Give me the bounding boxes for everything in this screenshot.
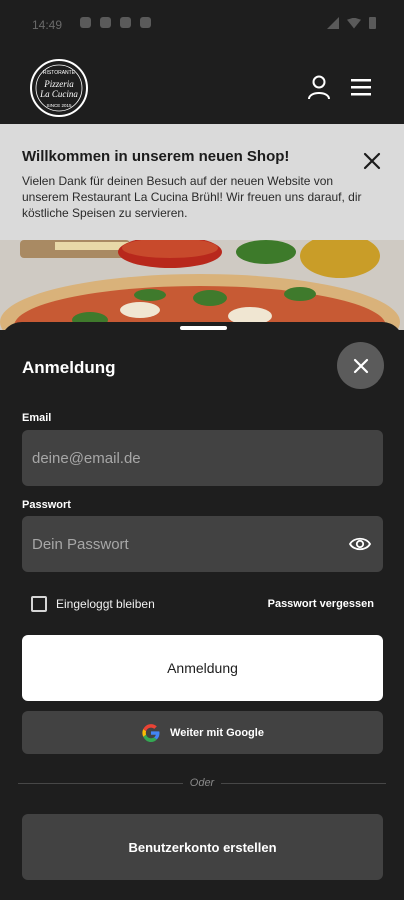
banner-title: Willkommen in unserem neuen Shop!: [22, 148, 290, 165]
status-bar: 14:49: [0, 0, 404, 52]
email-field-container: [22, 430, 383, 486]
notification-icon: [120, 17, 131, 28]
status-time: 14:49: [32, 18, 63, 32]
password-field[interactable]: [22, 516, 383, 572]
banner-text: Vielen Dank für deinen Besuch auf der ne…: [22, 174, 362, 220]
remember-me-checkbox[interactable]: Eingeloggt bleiben: [31, 596, 155, 612]
eye-icon[interactable]: [349, 534, 371, 554]
hamburger-menu-icon[interactable]: [349, 75, 373, 99]
forgot-password-link[interactable]: Passwort vergessen: [268, 598, 374, 610]
logo-text-top: RISTORANTE: [43, 70, 76, 76]
remember-me-label: Eingeloggt bleiben: [56, 597, 155, 611]
password-field-container: [22, 516, 383, 572]
email-label: Email: [22, 412, 52, 424]
pizza-image: [0, 240, 404, 330]
logo-script-1: Pizzeria: [43, 79, 74, 89]
close-icon: [353, 358, 368, 373]
logo-script-2: La Cucina: [39, 89, 78, 99]
user-icon[interactable]: [306, 74, 332, 100]
password-label: Passwort: [22, 499, 71, 511]
google-login-button[interactable]: Weiter mit Google: [22, 711, 383, 754]
divider-label: Oder: [183, 777, 221, 789]
close-button[interactable]: [337, 342, 384, 389]
email-field[interactable]: [22, 430, 383, 486]
system-icons: [327, 17, 376, 29]
wifi-icon: [347, 17, 361, 29]
notification-icon: [140, 17, 151, 28]
welcome-banner: Willkommen in unserem neuen Shop! Vielen…: [0, 124, 404, 240]
battery-icon: [369, 17, 376, 29]
signal-icon: [327, 17, 339, 29]
notification-icon: [80, 17, 91, 28]
google-button-label: Weiter mit Google: [170, 726, 264, 739]
login-title: Anmeldung: [22, 358, 116, 377]
logo-text-bottom: SINCE 2015: [46, 103, 72, 108]
sheet-drag-handle[interactable]: [180, 326, 227, 330]
restaurant-logo[interactable]: RISTORANTE Pizzeria La Cucina SINCE 2015: [30, 59, 88, 117]
login-button[interactable]: Anmeldung: [22, 635, 383, 701]
google-icon: [142, 723, 160, 742]
close-icon[interactable]: [359, 148, 385, 174]
app-header: RISTORANTE Pizzeria La Cucina SINCE 2015: [0, 52, 404, 124]
create-account-button[interactable]: Benutzerkonto erstellen: [22, 814, 383, 880]
notification-icons: [80, 17, 151, 28]
hero-image: [0, 240, 404, 330]
checkbox[interactable]: [31, 596, 47, 612]
notification-icon: [100, 17, 111, 28]
login-sheet: Anmeldung Email Passwort Eingeloggt blei…: [0, 322, 404, 900]
